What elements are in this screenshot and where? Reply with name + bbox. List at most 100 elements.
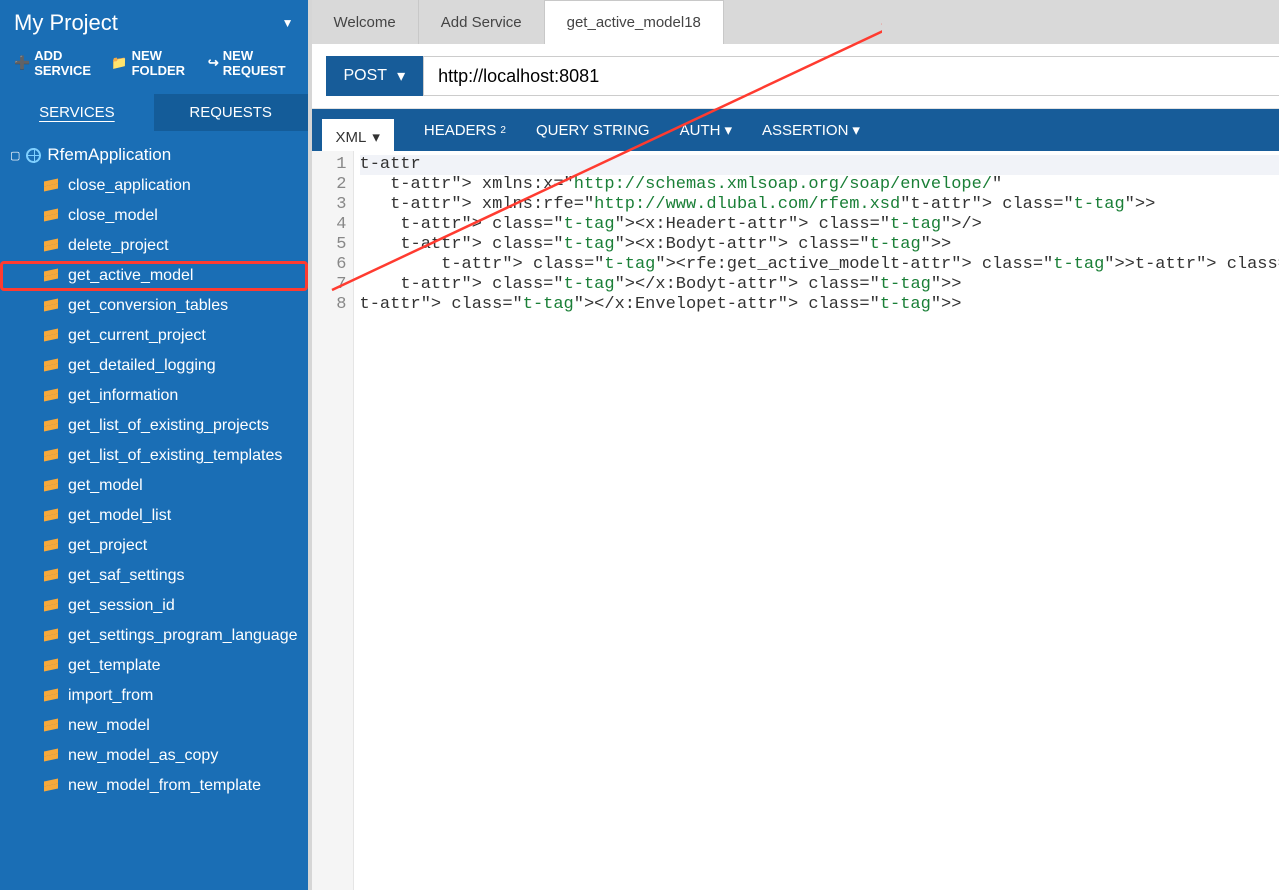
sidebar-item-label: get_model [68, 477, 143, 495]
sidebar-item-label: get_session_id [68, 597, 175, 615]
tree-root-label: RfemApplication [47, 145, 171, 165]
sidebar-item-get_detailed_logging[interactable]: get_detailed_logging [0, 351, 308, 381]
sidebar-item-label: get_saf_settings [68, 567, 185, 585]
operation-icon [44, 750, 58, 762]
sidebar-item-label: get_settings_program_language [68, 627, 298, 645]
folder-icon: 📁 [111, 55, 127, 71]
sidebar-item-label: get_template [68, 657, 161, 675]
tabbar: WelcomeAdd Serviceget_active_model18 [312, 0, 724, 44]
project-title: My Project [14, 10, 118, 36]
sidebar-item-label: get_information [68, 387, 178, 405]
operation-icon [44, 600, 58, 612]
sidebar-item-delete_project[interactable]: delete_project [0, 231, 308, 261]
operation-icon [44, 270, 58, 282]
sidebar-item-label: get_active_model [68, 267, 193, 285]
operation-icon [44, 210, 58, 222]
operation-icon [44, 330, 58, 342]
sidebar-item-get_current_project[interactable]: get_current_project [0, 321, 308, 351]
url-bar: POST ▾ ▾ SEND ➤ REQUEST RESPONSE [312, 44, 1279, 109]
chevron-down-icon: ▾ [852, 121, 860, 139]
url-input[interactable] [423, 56, 1279, 96]
sidebar-item-label: get_detailed_logging [68, 357, 216, 375]
sidebar-item-get_template[interactable]: get_template [0, 651, 308, 681]
tab-headers[interactable]: HEADERS 2 [424, 122, 506, 139]
chevron-down-icon: ▾ [397, 66, 405, 86]
sidebar-item-close_model[interactable]: close_model [0, 201, 308, 231]
sidebar-item-get_project[interactable]: get_project [0, 531, 308, 561]
operation-icon [44, 660, 58, 672]
operation-icon [44, 480, 58, 492]
sidebar-item-get_active_model[interactable]: get_active_model [0, 261, 308, 291]
collapse-icon[interactable]: ▢ [10, 149, 20, 162]
operation-icon [44, 690, 58, 702]
http-method-dropdown[interactable]: POST ▾ [326, 56, 424, 96]
operation-icon [44, 540, 58, 552]
sidebar-item-label: new_model_from_template [68, 777, 261, 795]
sidebar-item-get_information[interactable]: get_information [0, 381, 308, 411]
sidebar-item-new_model[interactable]: new_model [0, 711, 308, 741]
sidebar-item-label: new_model [68, 717, 150, 735]
globe-icon [26, 148, 41, 163]
sidebar-item-label: get_conversion_tables [68, 297, 228, 315]
operation-icon [44, 180, 58, 192]
sidebar-item-get_session_id[interactable]: get_session_id [0, 591, 308, 621]
service-tree: ▢ RfemApplication close_applicationclose… [0, 131, 308, 890]
project-title-row[interactable]: My Project ▼ [14, 10, 294, 42]
project-caret-icon[interactable]: ▼ [282, 16, 294, 30]
tab-assertion[interactable]: ASSERTION ▾ [762, 121, 860, 139]
operation-icon [44, 510, 58, 522]
sidebar-item-close_application[interactable]: close_application [0, 171, 308, 201]
operation-icon [44, 570, 58, 582]
tab-auth[interactable]: AUTH ▾ [680, 121, 732, 139]
operation-icon [44, 630, 58, 642]
add-service-button[interactable]: ➕ ADD SERVICE [14, 48, 97, 78]
operation-icon [44, 780, 58, 792]
sidebar-item-get_model_list[interactable]: get_model_list [0, 501, 308, 531]
sidebar-item-label: delete_project [68, 237, 169, 255]
sidebar-item-label: close_model [68, 207, 158, 225]
operation-icon [44, 300, 58, 312]
request-icon: ↪ [208, 55, 219, 71]
tree-root[interactable]: ▢ RfemApplication [0, 139, 308, 171]
sidebar-item-get_model[interactable]: get_model [0, 471, 308, 501]
tab-welcome[interactable]: Welcome [312, 0, 419, 44]
sidebar-item-get_list_of_existing_templates[interactable]: get_list_of_existing_templates [0, 441, 308, 471]
sidebar: My Project ▼ ➕ ADD SERVICE 📁 NEW FOLDER … [0, 0, 312, 890]
tab-query-string[interactable]: QUERY STRING [536, 122, 650, 139]
plus-icon: ➕ [14, 55, 30, 71]
code-content[interactable]: t-attr"> class="t-tag"><x:Envelope t-att… [354, 151, 1279, 890]
tab-get_active_model18[interactable]: get_active_model18 [545, 0, 724, 44]
chevron-down-icon: ▾ [724, 121, 732, 139]
sidebar-item-get_saf_settings[interactable]: get_saf_settings [0, 561, 308, 591]
topbar: WelcomeAdd Serviceget_active_model18 No … [312, 0, 1279, 44]
sidebar-item-label: get_project [68, 537, 147, 555]
operation-icon [44, 360, 58, 372]
body-format-dropdown[interactable]: XML ▾ [322, 119, 394, 151]
sidebar-item-import_from[interactable]: import_from [0, 681, 308, 711]
operation-icon [44, 390, 58, 402]
sidebar-item-get_conversion_tables[interactable]: get_conversion_tables [0, 291, 308, 321]
sidebar-item-new_model_from_template[interactable]: new_model_from_template [0, 771, 308, 801]
sidebar-item-get_settings_program_language[interactable]: get_settings_program_language [0, 621, 308, 651]
sidebar-item-label: import_from [68, 687, 153, 705]
tab-add-service[interactable]: Add Service [419, 0, 545, 44]
tab-requests[interactable]: REQUESTS [154, 94, 308, 131]
sidebar-item-label: get_model_list [68, 507, 171, 525]
main-panel: WelcomeAdd Serviceget_active_model18 No … [312, 0, 1279, 890]
sidebar-item-label: new_model_as_copy [68, 747, 218, 765]
operation-icon [44, 240, 58, 252]
line-gutter: 12345678 [312, 151, 354, 890]
tab-services[interactable]: SERVICES [0, 94, 154, 131]
operation-icon [44, 420, 58, 432]
sidebar-item-get_list_of_existing_projects[interactable]: get_list_of_existing_projects [0, 411, 308, 441]
request-subnav: XML ▾ HEADERS 2 QUERY STRING AUTH ▾ ASSE… [312, 109, 1279, 151]
code-editor[interactable]: 12345678 t-attr"> class="t-tag"><x:Envel… [312, 151, 1279, 890]
new-request-button[interactable]: ↪ NEW REQUEST [208, 48, 294, 78]
chevron-down-icon: ▾ [372, 128, 380, 146]
operation-icon [44, 720, 58, 732]
sidebar-item-label: get_list_of_existing_projects [68, 417, 269, 435]
headers-count-badge: 2 [500, 125, 506, 136]
sidebar-item-new_model_as_copy[interactable]: new_model_as_copy [0, 741, 308, 771]
sidebar-item-label: close_application [68, 177, 191, 195]
new-folder-button[interactable]: 📁 NEW FOLDER [111, 48, 193, 78]
